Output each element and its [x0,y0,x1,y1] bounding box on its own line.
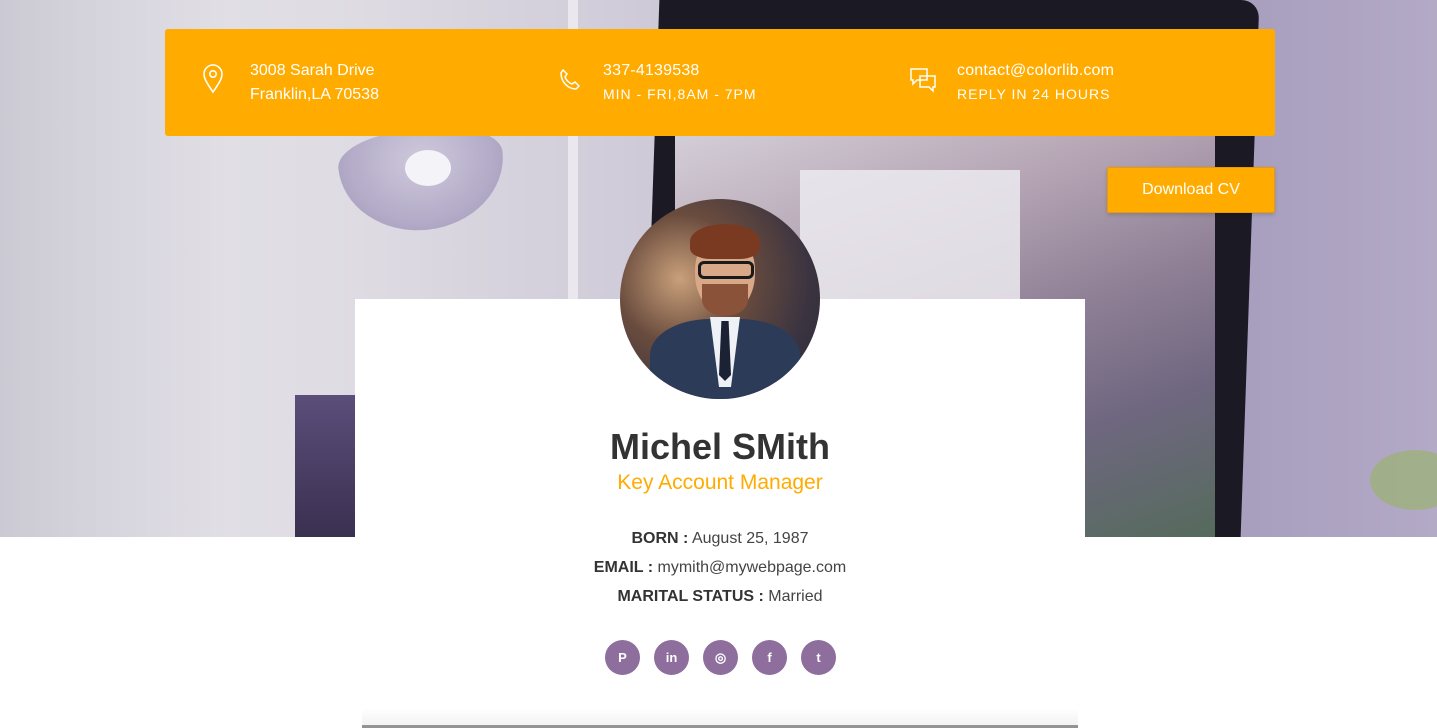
plant-image [1370,450,1437,510]
pinterest-icon[interactable]: P [605,640,640,675]
email-text: contact@colorlib.com REPLY IN 24 HOURS [957,59,1114,105]
address-line2: Franklin,LA 70538 [250,86,379,103]
laptop-image [295,395,355,537]
phone-number[interactable]: 337-4139538 [603,59,757,83]
avatar-hair [690,224,760,259]
phone-text: 337-4139538 MIN - FRI,8AM - 7PM [603,59,757,105]
born-row: BORN : August 25, 1987 [355,528,1085,550]
marital-row: MARITAL STATUS : Married [355,586,1085,608]
marital-label: MARITAL STATUS : [617,588,764,605]
social-links: P in ◎ f t [605,640,836,675]
email-value: mymith@mywebpage.com [657,559,847,576]
linkedin-icon[interactable]: in [654,640,689,675]
avatar-beard [702,284,748,316]
profile-role: Key Account Manager [617,471,823,494]
avatar-glasses [698,261,754,279]
location-pin-icon [198,64,228,94]
address-text: 3008 Sarah Drive Franklin,LA 70538 [250,59,379,107]
instagram-icon[interactable]: ◎ [703,640,738,675]
lamp-bulb-image [405,150,451,186]
profile-name: Michel SMith [609,426,830,467]
twitter-icon[interactable]: t [801,640,836,675]
screen-window-image [800,170,1020,310]
facebook-icon[interactable]: f [752,640,787,675]
download-cv-button[interactable]: Download CV [1107,167,1275,213]
phone-icon [555,65,585,95]
marital-value: Married [768,588,823,605]
email-label: EMAIL : [593,559,654,576]
avatar [620,199,820,399]
phone-hours: MIN - FRI,8AM - 7PM [603,86,757,102]
address-line1: 3008 Sarah Drive [250,62,375,79]
email-row: EMAIL : mymith@mywebpage.com [355,557,1085,579]
born-label: BORN : [631,530,689,547]
born-value: August 25, 1987 [691,530,809,547]
contact-bar: 3008 Sarah Drive Franklin,LA 70538 337-4… [165,29,1275,136]
contact-email[interactable]: contact@colorlib.com [957,59,1114,83]
email-note: REPLY IN 24 HOURS [957,86,1111,102]
chat-bubbles-icon [908,65,938,95]
